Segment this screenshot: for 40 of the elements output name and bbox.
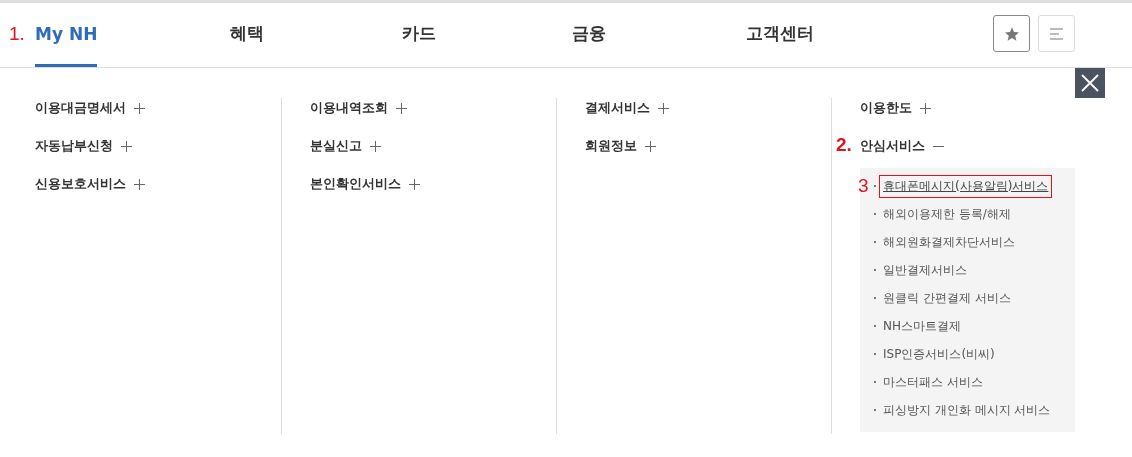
plus-icon bbox=[658, 102, 669, 114]
submenu-link[interactable]: 피싱방지 개인화 메시지 서비스 bbox=[879, 398, 1055, 422]
close-icon bbox=[1081, 74, 1099, 92]
plus-icon bbox=[645, 140, 656, 152]
favorite-button[interactable] bbox=[993, 15, 1030, 52]
plus-icon bbox=[134, 102, 145, 114]
nav-tab[interactable]: My NH bbox=[35, 3, 98, 67]
submenu-link[interactable]: 일반결제서비스 bbox=[879, 258, 971, 282]
nav-tab[interactable]: 금융 bbox=[572, 3, 606, 67]
submenu-link[interactable]: NH스마트결제 bbox=[879, 314, 965, 338]
menu-icon bbox=[1048, 27, 1065, 40]
menu-group[interactable]: 이용내역조회 bbox=[310, 98, 407, 118]
submenu-link[interactable]: 원클릭 간편결제 서비스 bbox=[879, 286, 1015, 310]
plus-icon bbox=[134, 178, 145, 190]
menu-group[interactable]: 자동납부신청 bbox=[35, 136, 132, 156]
plus-icon bbox=[121, 140, 132, 152]
plus-icon bbox=[370, 140, 381, 152]
annotation-number: 3 bbox=[858, 175, 869, 197]
star-icon bbox=[1003, 25, 1020, 42]
menu-group[interactable]: 분실신고 bbox=[310, 136, 381, 156]
close-button[interactable] bbox=[1075, 68, 1105, 98]
plus-icon bbox=[409, 178, 420, 190]
submenu-link[interactable]: ISP인증서비스(비씨) bbox=[879, 342, 999, 366]
plus-icon bbox=[396, 102, 407, 114]
nav-tab[interactable]: 카드 bbox=[402, 3, 436, 67]
annotation-number: 1. bbox=[9, 23, 25, 45]
submenu-link[interactable]: 휴대폰메시지(사용알림)서비스 bbox=[879, 174, 1053, 198]
menu-group[interactable]: 이용한도 bbox=[860, 98, 931, 118]
submenu-link[interactable]: 해외원화결제차단서비스 bbox=[879, 230, 1019, 254]
submenu-link[interactable]: 마스터패스 서비스 bbox=[879, 370, 987, 394]
plus-icon bbox=[920, 102, 931, 114]
menu-group[interactable]: 결제서비스 bbox=[585, 98, 669, 118]
nav-tab[interactable]: 고객센터 bbox=[746, 3, 814, 67]
menu-group[interactable]: 회원정보 bbox=[585, 136, 656, 156]
nav-tab[interactable]: 혜택 bbox=[230, 3, 264, 67]
submenu-link[interactable]: 해외이용제한 등록/해제 bbox=[879, 202, 1015, 226]
annotation-number: 2. bbox=[836, 134, 852, 156]
menu-group[interactable]: 본인확인서비스 bbox=[310, 174, 420, 194]
menu-group[interactable]: 이용대금명세서 bbox=[35, 98, 145, 118]
menu-group[interactable]: 신용보호서비스 bbox=[35, 174, 145, 194]
